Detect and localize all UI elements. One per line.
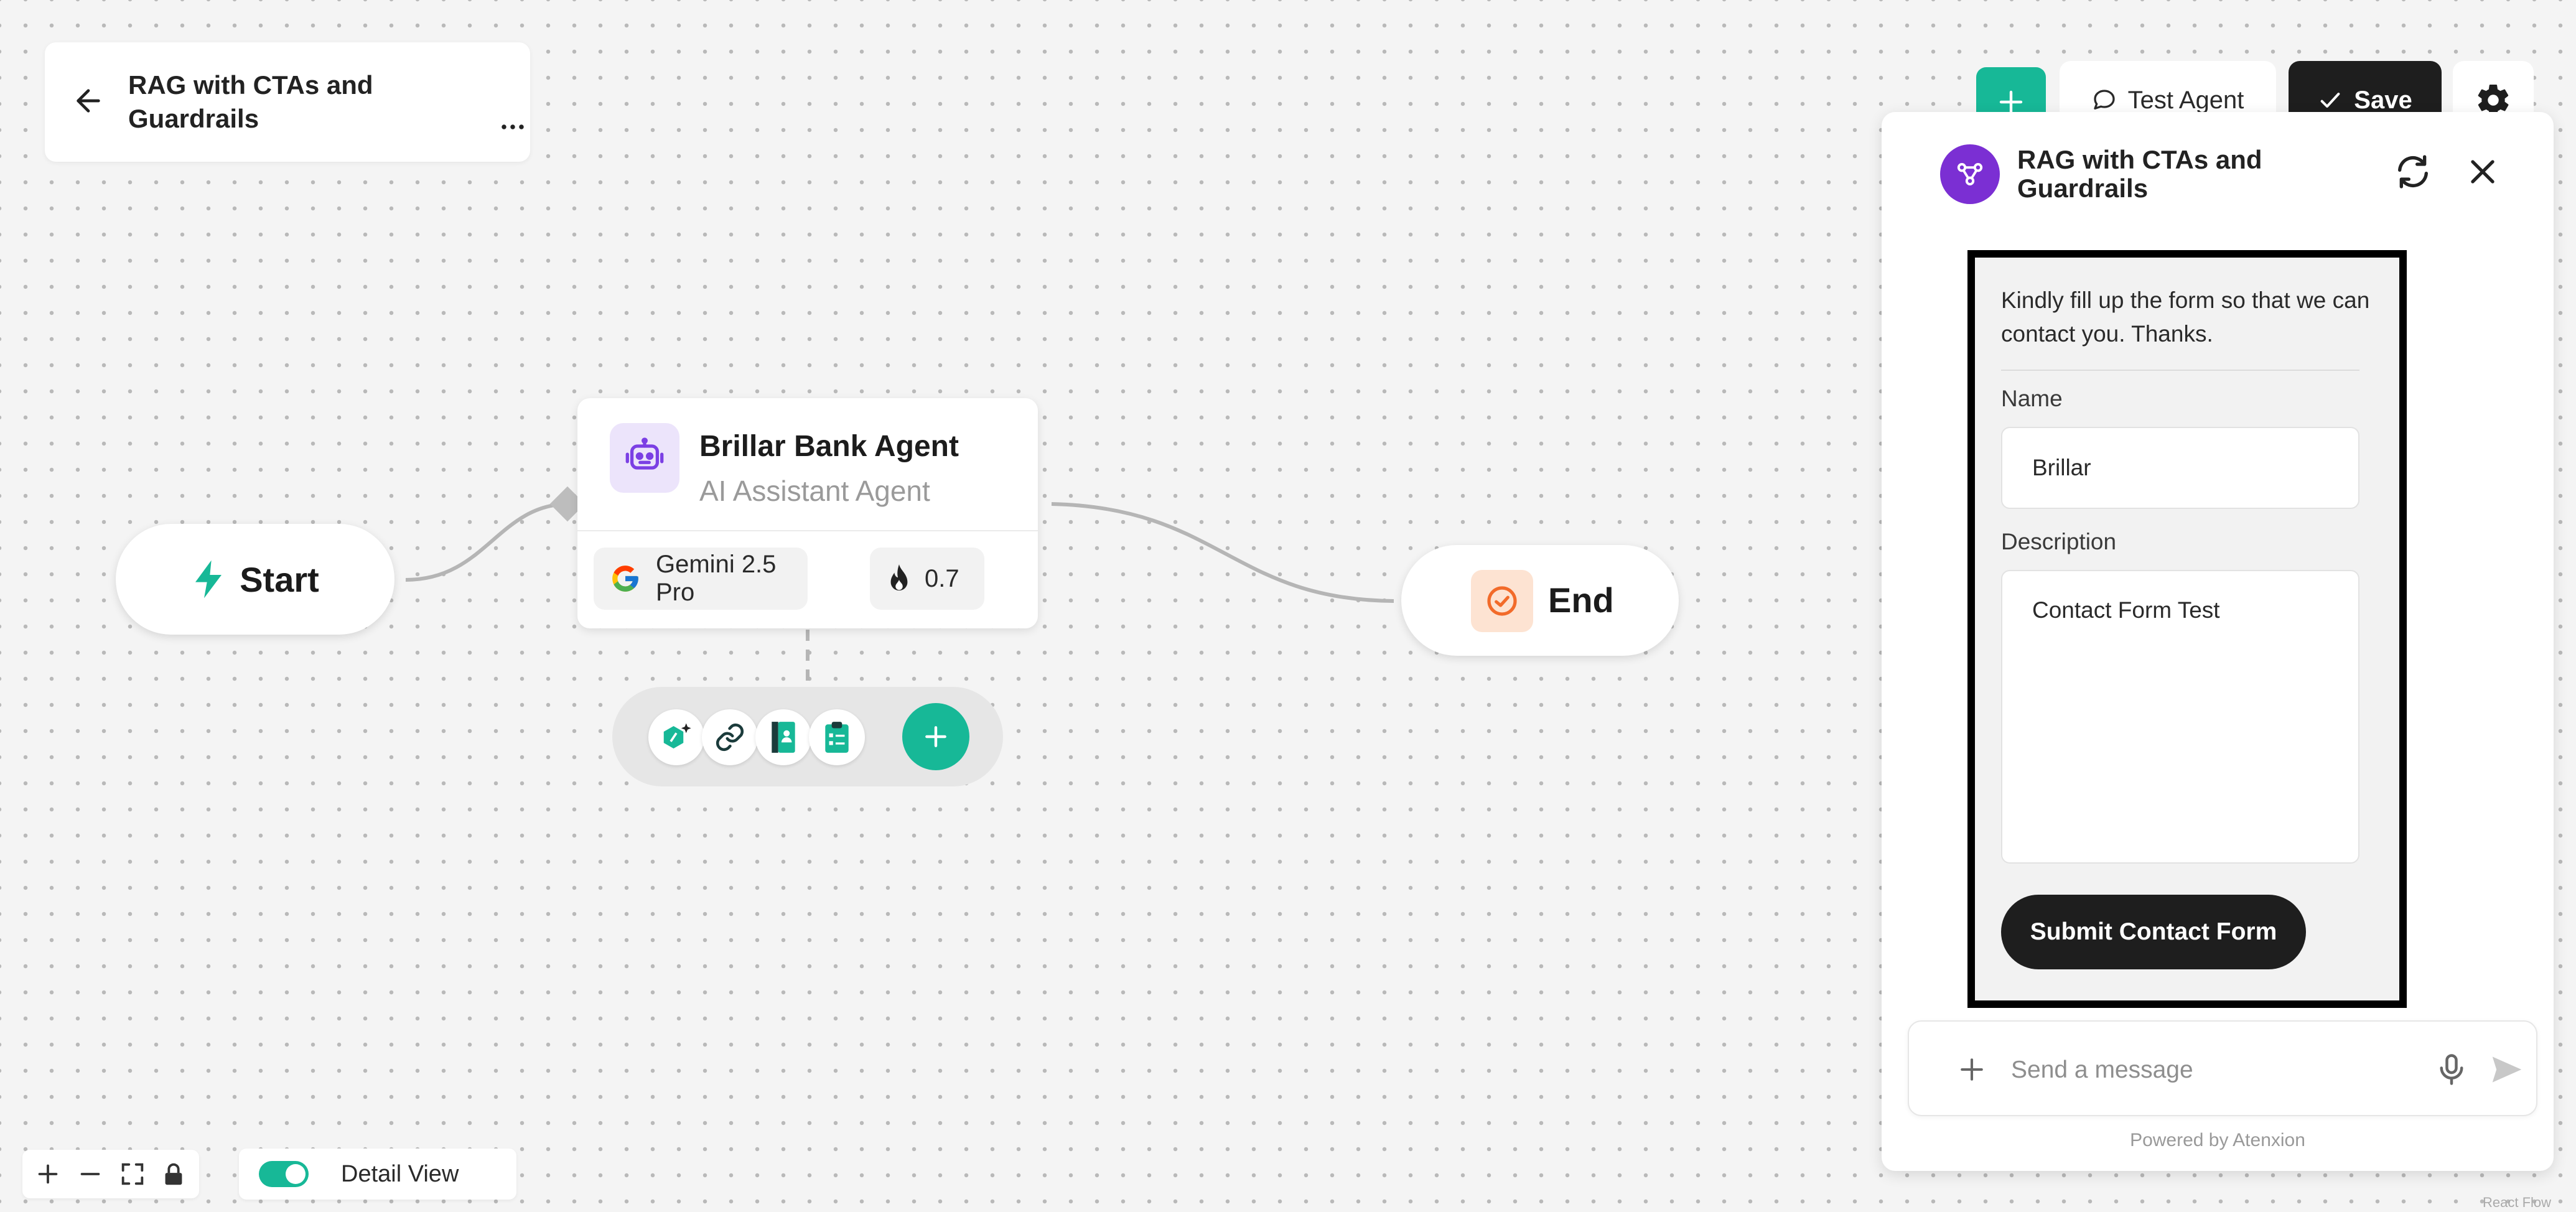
- bolt-icon: [191, 559, 226, 600]
- agent-type: AI Assistant Agent: [699, 475, 930, 507]
- check-circle-icon: [1471, 570, 1533, 632]
- fit-view-icon[interactable]: [118, 1160, 147, 1188]
- arrow-left-icon[interactable]: [71, 83, 106, 118]
- name-field[interactable]: Brillar: [2001, 427, 2359, 509]
- refresh-icon[interactable]: [2393, 152, 2433, 192]
- react-flow-attribution[interactable]: React Flow: [2483, 1195, 2551, 1211]
- save-label: Save: [2354, 86, 2412, 114]
- flame-icon: [885, 563, 913, 594]
- test-agent-label: Test Agent: [2127, 86, 2244, 114]
- add-tool-button[interactable]: [902, 703, 969, 770]
- zoom-in-icon[interactable]: [34, 1160, 62, 1188]
- chat-title: RAG with CTAs and Guardrails: [2017, 145, 2262, 203]
- message-composer: [1908, 1020, 2537, 1116]
- flow-title-card: RAG with CTAs and Guardrails: [45, 42, 530, 162]
- start-node[interactable]: Start: [116, 524, 394, 635]
- detail-view-toggle-group: Detail View: [239, 1149, 516, 1200]
- flow-title: RAG with CTAs and Guardrails: [128, 70, 373, 133]
- zoom-out-icon[interactable]: [76, 1160, 105, 1188]
- temperature-value: 0.7: [925, 564, 959, 592]
- message-input[interactable]: [2011, 1051, 2372, 1089]
- plus-icon[interactable]: [1955, 1053, 1989, 1086]
- clipboard-icon[interactable]: [809, 709, 865, 765]
- agent-node[interactable]: Brillar Bank Agent AI Assistant Agent Ge…: [577, 398, 1038, 628]
- hexagon-sparkle-icon[interactable]: [648, 709, 704, 765]
- chat-bubble-icon: [2092, 88, 2117, 113]
- edge-agent-end: [1051, 502, 1394, 603]
- model-selector[interactable]: Gemini 2.5 Pro: [594, 548, 808, 610]
- flow-icon: [1940, 144, 2000, 204]
- form-message-text: Kindly fill up the form so that we can c…: [2001, 287, 2370, 347]
- agent-tools-tray: [612, 687, 1003, 786]
- start-node-label: Start: [240, 559, 319, 599]
- model-name: Gemini 2.5 Pro: [656, 551, 777, 606]
- more-horizontal-icon[interactable]: [495, 110, 530, 144]
- description-field[interactable]: Contact Form Test: [2001, 570, 2359, 864]
- check-icon: [2318, 88, 2343, 113]
- link-icon[interactable]: [702, 709, 758, 765]
- mic-icon[interactable]: [2433, 1050, 2470, 1089]
- detail-view-label: Detail View: [341, 1161, 459, 1187]
- detail-view-toggle[interactable]: [259, 1161, 309, 1187]
- send-icon[interactable]: [2488, 1050, 2526, 1089]
- end-node-label: End: [1548, 580, 1614, 620]
- powered-by-text: Powered by Atenxion: [2130, 1130, 2305, 1150]
- robot-icon: [610, 423, 679, 493]
- description-label: Description: [2001, 529, 2117, 554]
- contact-form-message: Kindly fill up the form so that we can c…: [1967, 250, 2407, 1008]
- google-icon: [610, 563, 641, 594]
- toggle-knob: [286, 1164, 306, 1184]
- plus-icon: [922, 723, 950, 750]
- edge-start-agent: [405, 502, 568, 582]
- canvas-controls: [22, 1150, 199, 1198]
- temperature-setting[interactable]: 0.7: [870, 548, 984, 610]
- close-icon[interactable]: [2463, 152, 2503, 192]
- agent-name: Brillar Bank Agent: [699, 430, 959, 463]
- contact-book-icon[interactable]: [755, 709, 811, 765]
- end-node[interactable]: End: [1401, 545, 1679, 656]
- name-label: Name: [2001, 386, 2063, 411]
- agent-divider: [577, 530, 1038, 531]
- form-divider: [2001, 370, 2359, 371]
- lock-icon[interactable]: [159, 1160, 188, 1188]
- submit-contact-form-button[interactable]: Submit Contact Form: [2001, 895, 2306, 969]
- test-chat-panel: RAG with CTAs and Guardrails Kindly fill…: [1882, 112, 2554, 1171]
